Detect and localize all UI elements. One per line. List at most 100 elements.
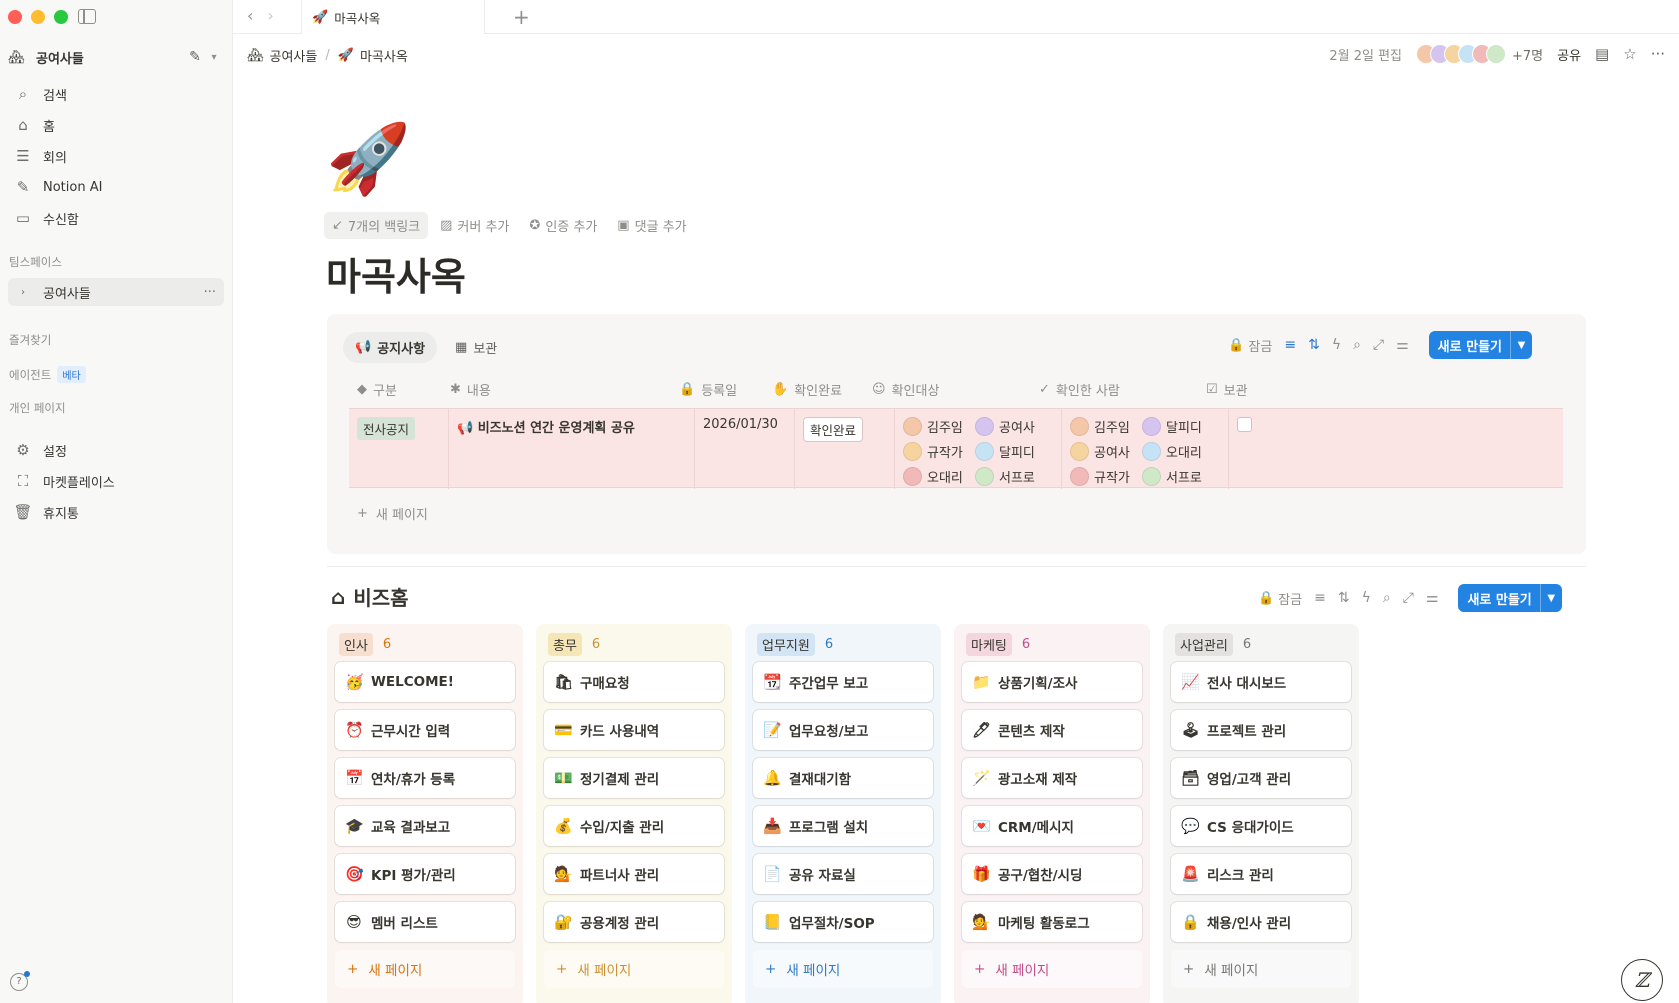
board-card[interactable]: 🔒 채용/인사 관리 (1171, 902, 1351, 942)
board-card[interactable]: 😎 멤버 리스트 (335, 902, 515, 942)
page-icon-rocket[interactable]: 🚀 (326, 126, 411, 194)
board-card[interactable]: ⏰ 근무시간 입력 (335, 710, 515, 750)
board-card[interactable]: 🚨 리스크 관리 (1171, 854, 1351, 894)
sidebar-item-settings[interactable]: ⚙ 설정 (8, 436, 224, 464)
breadcrumb-page[interactable]: 마곡사옥 (360, 46, 408, 65)
add-new-page-button[interactable]: + 새 페이지 (753, 950, 933, 988)
page-title[interactable]: 마곡사옥 (326, 246, 466, 301)
person-chip[interactable]: 오대리 (1142, 442, 1214, 461)
collaborator-avatars[interactable] (1416, 44, 1506, 64)
cell-confirmed[interactable]: 김주임 달피디 공여사 오대리 규작가 서프로 (1062, 409, 1229, 489)
board-card[interactable]: 🖊 콘텐츠 제작 (962, 710, 1142, 750)
more-options-icon[interactable]: ··· (1651, 45, 1665, 63)
column-header[interactable]: 업무지원 6 (753, 632, 933, 656)
backlinks-button[interactable]: ↙ 7개의 백링크 (324, 212, 429, 239)
settings-sliders-icon[interactable]: ⚌ (1426, 590, 1439, 606)
board-card[interactable]: 📝 업무요청/보고 (753, 710, 933, 750)
breadcrumb-workspace[interactable]: 공여사들 (270, 46, 318, 65)
chevron-down-icon[interactable]: ▼ (1539, 584, 1562, 612)
board-card[interactable]: 💳 카드 사용내역 (544, 710, 724, 750)
column-header-targets[interactable]: ☺ 확인대상 (864, 380, 1031, 399)
chevron-right-icon[interactable]: › (11, 287, 35, 298)
column-header[interactable]: 인사 6 (335, 632, 515, 656)
more-options-icon[interactable]: ··· (204, 285, 216, 300)
cell-content[interactable]: 📢 비즈노션 연간 운영계획 공유 (449, 409, 695, 489)
star-icon[interactable]: ☆ (1623, 45, 1636, 63)
board-card[interactable]: 🔔 결재대기함 (753, 758, 933, 798)
person-chip[interactable]: 규작가 (1070, 467, 1142, 486)
tab-notices[interactable]: 📢 공지사항 (343, 332, 438, 363)
add-new-page-button[interactable]: + 새 페이지 (335, 950, 515, 988)
board-card[interactable]: 📥 프로그램 설치 (753, 806, 933, 846)
person-chip[interactable]: 달피디 (1142, 417, 1214, 436)
minimize-window-button[interactable] (31, 10, 45, 24)
person-chip[interactable]: 김주임 (1070, 417, 1142, 436)
add-new-page-row[interactable]: + 새 페이지 (357, 504, 428, 523)
add-new-page-button[interactable]: + 새 페이지 (962, 950, 1142, 988)
filter-icon[interactable]: ≡ (1284, 337, 1296, 353)
automation-icon[interactable]: ϟ (1362, 590, 1371, 606)
expand-icon[interactable]: ⤢ (1373, 337, 1384, 353)
cell-targets[interactable]: 김주임 공여사 규작가 달피디 오대리 서프로 (895, 409, 1062, 489)
column-header-date[interactable]: 🔒 등록일 (671, 380, 764, 399)
forward-arrow-icon[interactable]: › (267, 6, 273, 25)
cell-category[interactable]: 전사공지 (349, 409, 449, 489)
sidebar-toggle-icon[interactable] (78, 9, 96, 24)
maximize-window-button[interactable] (54, 10, 68, 24)
person-chip[interactable]: 공여사 (1070, 442, 1142, 461)
column-header[interactable]: 마케팅 6 (962, 632, 1142, 656)
sidebar-item-trash[interactable]: 🗑 휴지통 (8, 498, 224, 526)
column-header[interactable]: 총무 6 (544, 632, 724, 656)
cell-archive[interactable] (1229, 409, 1563, 489)
chevron-down-icon[interactable]: ▼ (1510, 331, 1532, 359)
new-tab-icon[interactable]: + (513, 5, 530, 29)
person-chip[interactable]: 오대리 (903, 467, 975, 486)
sort-icon[interactable]: ⇅ (1338, 590, 1350, 606)
share-button[interactable]: 공유 (1557, 45, 1581, 64)
sidebar-item-search[interactable]: ⌕ 검색 (8, 80, 224, 108)
lock-button[interactable]: 🔒 잠금 (1258, 589, 1302, 608)
board-card[interactable]: 🥳 WELCOME! (335, 662, 515, 702)
new-button[interactable]: 새로 만들기 ▼ (1458, 584, 1562, 612)
person-chip[interactable]: 규작가 (903, 442, 975, 461)
expand-icon[interactable]: ⤢ (1403, 590, 1414, 606)
board-card[interactable]: 📄 공유 자료실 (753, 854, 933, 894)
chevron-down-icon[interactable]: ▾ (206, 52, 222, 63)
help-icon[interactable]: ? (10, 971, 30, 991)
board-card[interactable]: 💌 CRM/메시지 (962, 806, 1142, 846)
sidebar-item-marketplace[interactable]: ⛶ 마켓플레이스 (8, 467, 224, 495)
lock-button[interactable]: 🔒 잠금 (1228, 336, 1272, 355)
add-new-page-button[interactable]: + 새 페이지 (1171, 950, 1351, 988)
sidebar-item-notion-ai[interactable]: ✎ Notion AI (8, 173, 224, 201)
column-header-category[interactable]: ◆ 구분 (349, 380, 442, 399)
board-card[interactable]: 🎁 공구/협찬/시딩 (962, 854, 1142, 894)
board-card[interactable]: 📁 상품기획/조사 (962, 662, 1142, 702)
comments-icon[interactable]: ▤ (1595, 45, 1609, 63)
automation-icon[interactable]: ϟ (1332, 337, 1341, 353)
board-card[interactable]: 🎓 교육 결과보고 (335, 806, 515, 846)
more-collaborators-count[interactable]: +7명 (1512, 45, 1543, 64)
board-card[interactable]: 🔐 공용계정 관리 (544, 902, 724, 942)
person-chip[interactable]: 달피디 (975, 442, 1047, 461)
filter-icon[interactable]: ≡ (1314, 590, 1326, 606)
tab-current-page[interactable]: 🚀 마곡사옥 (301, 0, 485, 34)
person-chip[interactable]: 서프로 (975, 467, 1047, 486)
assistant-widget-icon[interactable]: ℤ (1621, 959, 1663, 1001)
new-page-icon[interactable]: ✎ (184, 49, 206, 65)
archive-checkbox[interactable] (1237, 417, 1252, 432)
board-card[interactable]: 💵 정기결제 관리 (544, 758, 724, 798)
board-card[interactable]: 🕹 프로젝트 관리 (1171, 710, 1351, 750)
person-chip[interactable]: 서프로 (1142, 467, 1214, 486)
search-icon[interactable]: ⌕ (1383, 590, 1391, 606)
sidebar-item-meeting[interactable]: ☰ 회의 (8, 142, 224, 170)
column-header-confirmed[interactable]: ✓ 확인한 사람 (1031, 380, 1198, 399)
person-chip[interactable]: 공여사 (975, 417, 1047, 436)
new-button[interactable]: 새로 만들기 ▼ (1428, 331, 1532, 359)
avatar[interactable] (1486, 44, 1506, 64)
settings-sliders-icon[interactable]: ⚌ (1396, 337, 1409, 353)
board-card[interactable]: 📒 업무절차/SOP (753, 902, 933, 942)
content-title[interactable]: 비즈노션 연간 운영계획 공유 (478, 421, 635, 436)
column-header-status[interactable]: ✋ 확인완료 (764, 380, 864, 399)
board-card[interactable]: 💁 파트너사 관리 (544, 854, 724, 894)
cell-status[interactable]: 확인완료 (795, 409, 895, 489)
